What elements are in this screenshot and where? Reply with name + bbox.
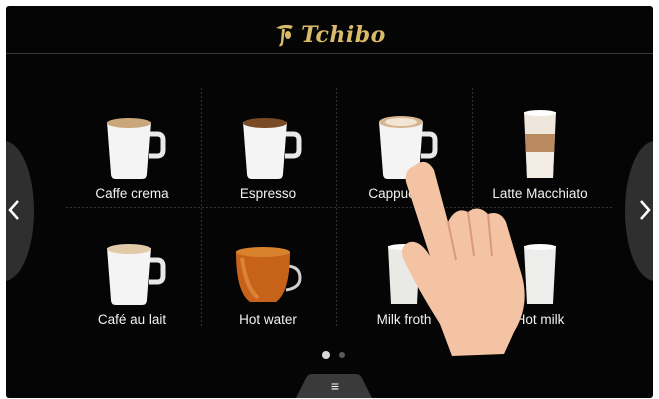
page-dot-inactive[interactable] <box>339 352 345 358</box>
cup-hot-water-icon <box>236 247 302 302</box>
beverage-tile-milk-froth[interactable]: Milk froth <box>336 224 472 344</box>
header-divider <box>6 53 653 54</box>
hamburger-menu-icon: ≡ <box>330 378 340 394</box>
previous-page-button[interactable] <box>6 141 34 281</box>
brand-name: Tchibo <box>301 22 386 48</box>
beverage-label: Cappuccino <box>368 186 440 201</box>
glass-milk-froth-icon <box>388 244 420 304</box>
beverage-tile-hot-water[interactable]: Hot water <box>200 224 336 344</box>
beverage-tile-hot-milk[interactable]: Hot milk <box>472 224 608 344</box>
cup-cappuccino-icon <box>379 116 438 179</box>
beverage-tile-latte-macchiato[interactable]: Latte Macchiato <box>472 98 608 218</box>
beverage-label: Hot water <box>239 312 297 327</box>
cup-espresso-icon <box>243 118 302 179</box>
beverage-tile-cafe-au-lait[interactable]: Café au lait <box>64 224 200 344</box>
beverage-label: Café au lait <box>97 312 167 327</box>
page-dot-active[interactable] <box>322 351 330 359</box>
glass-latte-macchiato-icon <box>524 110 556 178</box>
beverage-tile-caffe-crema[interactable]: Caffe crema <box>64 98 200 218</box>
chevron-left-icon <box>8 200 19 220</box>
page-indicator <box>320 351 350 359</box>
brand-logo: Tchibo <box>6 18 653 52</box>
cup-crema-icon <box>107 118 166 179</box>
touch-screen: Tchibo Caffe crema Espresso Cappuccino L… <box>6 6 653 398</box>
beverage-label: Milk froth <box>376 312 432 327</box>
beverage-label: Latte Macchiato <box>492 186 588 201</box>
beverage-label: Caffe crema <box>95 186 169 201</box>
beverage-label: Hot milk <box>515 312 565 327</box>
next-page-button[interactable] <box>625 141 653 281</box>
beverage-tile-espresso[interactable]: Espresso <box>200 98 336 218</box>
tchibo-bean-icon <box>276 24 294 47</box>
chevron-right-icon <box>640 200 651 220</box>
cup-cafe-au-lait-icon <box>107 244 166 305</box>
glass-hot-milk-icon <box>524 244 556 304</box>
beverage-label: Espresso <box>239 186 297 201</box>
beverage-tile-cappuccino[interactable]: Cappuccino <box>336 98 472 218</box>
